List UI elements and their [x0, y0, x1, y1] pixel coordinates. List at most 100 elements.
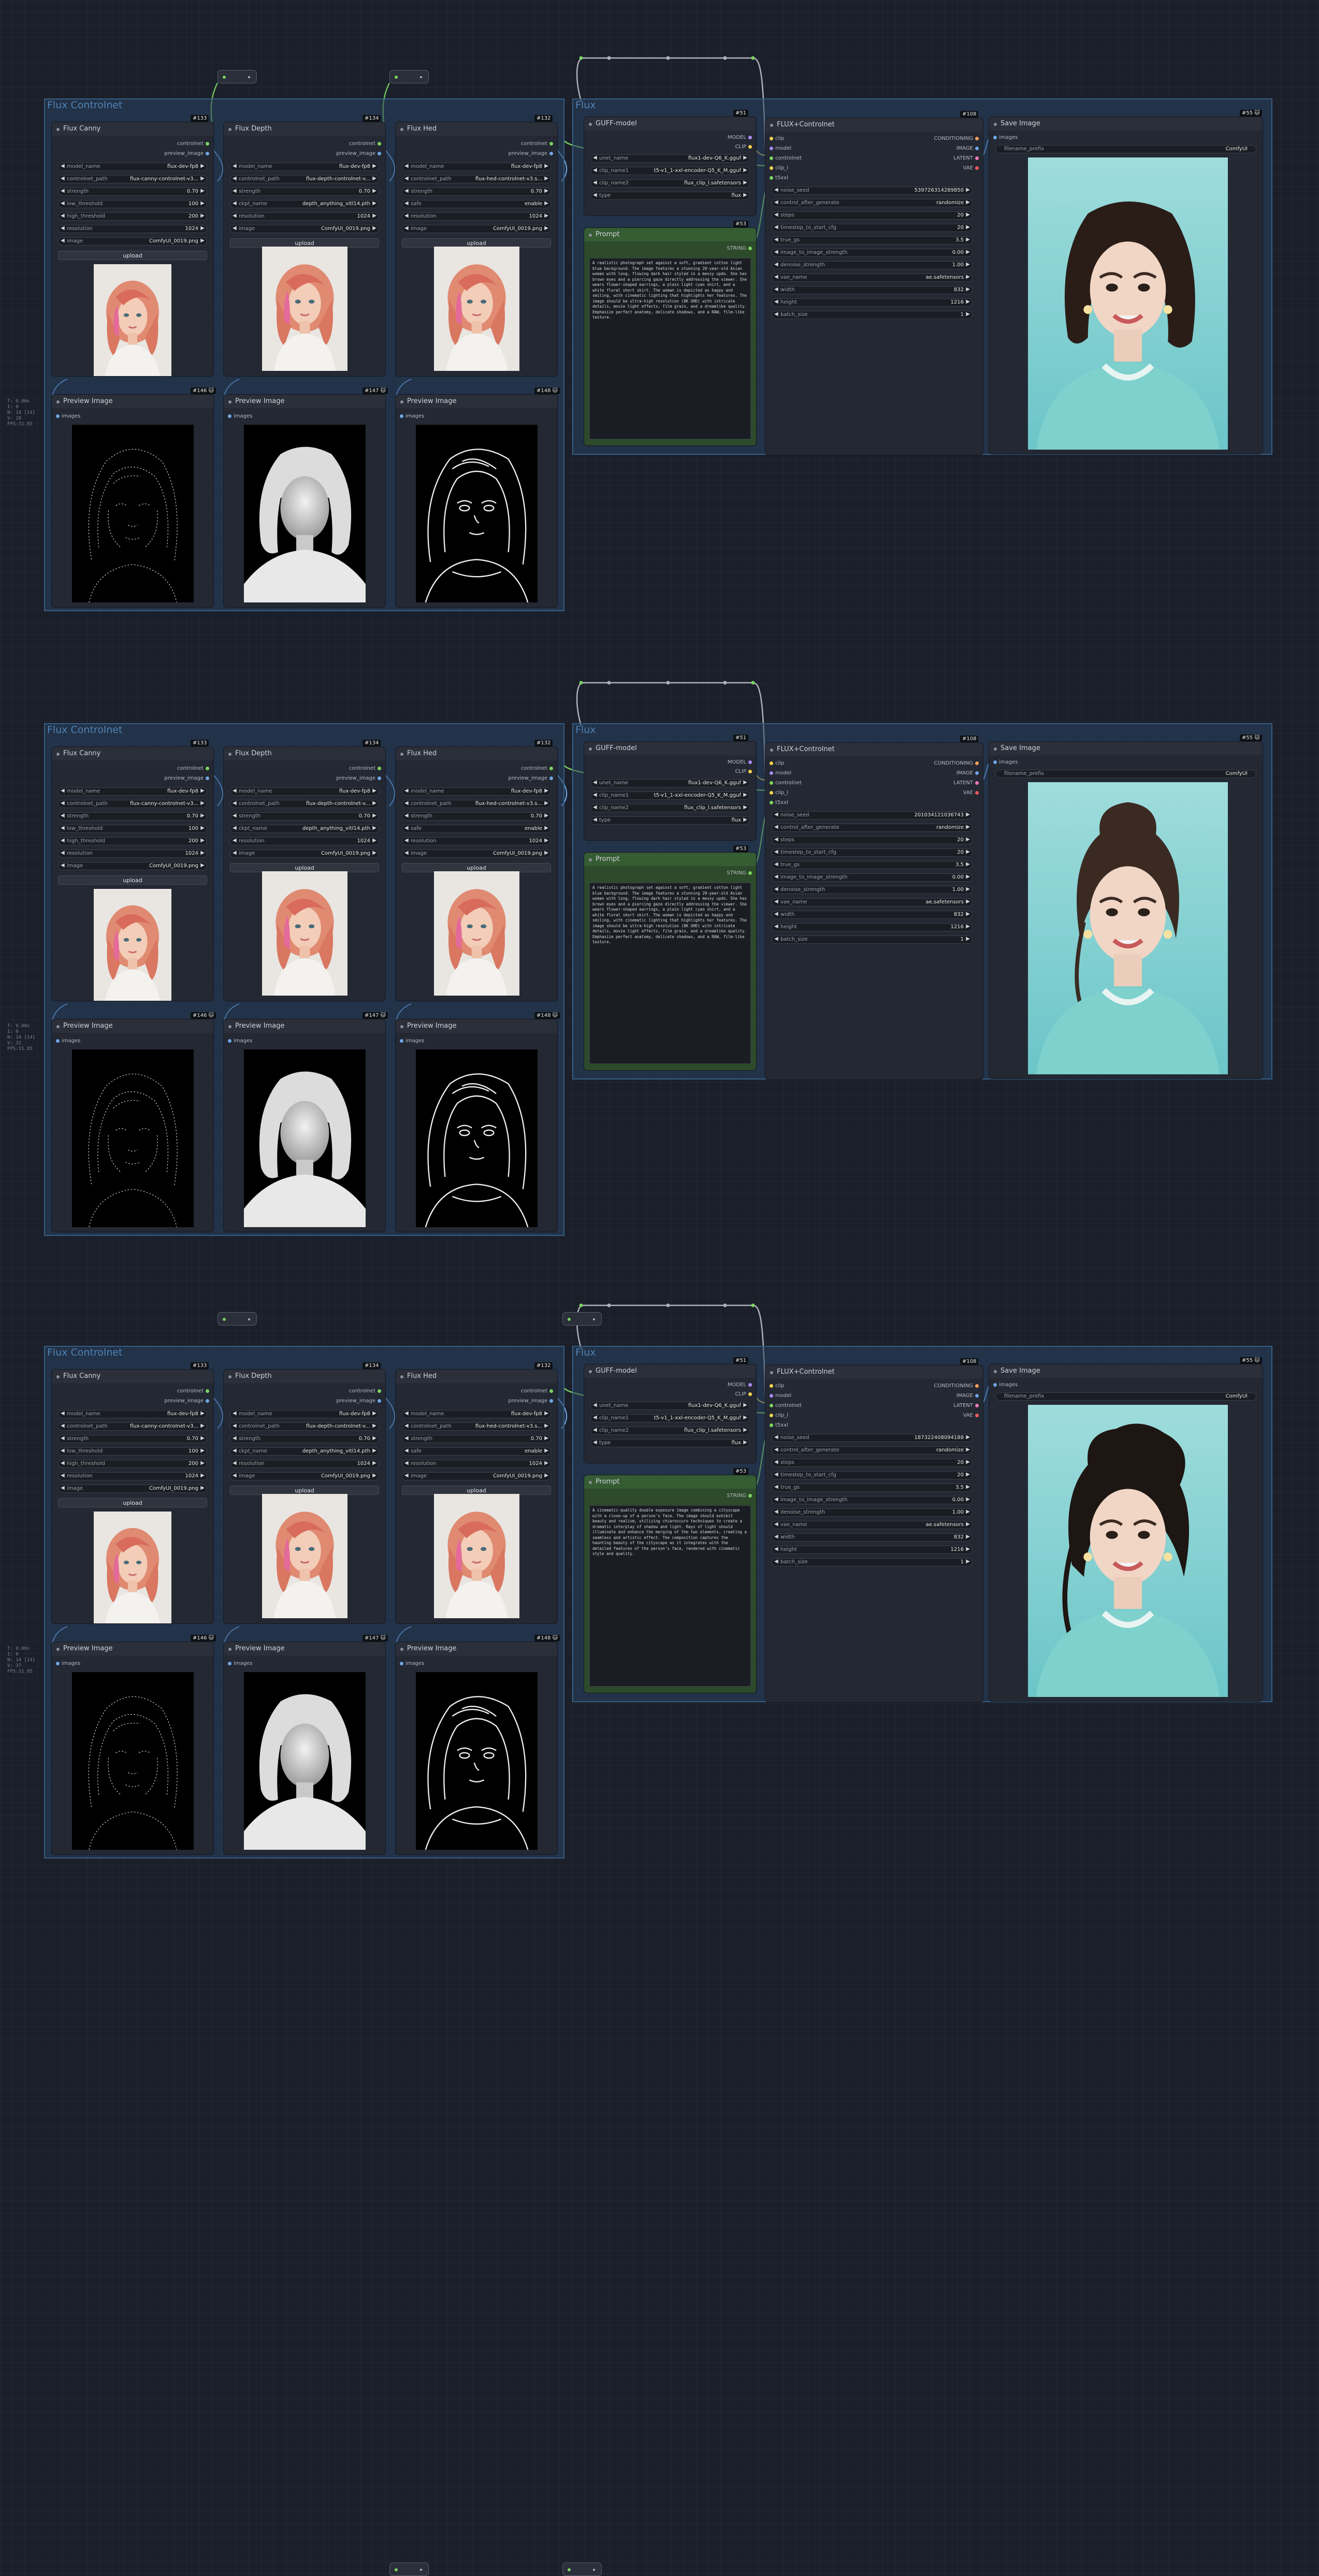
controlnet-output[interactable]: controlnet: [177, 766, 211, 771]
height-widget[interactable]: ◀ height 1216 ▶: [772, 923, 973, 931]
model-output-socket[interactable]: [748, 1383, 752, 1387]
controlnet-path-widget[interactable]: ◀ controlnet_path flux-canny-controlnet-v3…: [58, 800, 207, 808]
model-output-socket[interactable]: [748, 135, 752, 139]
resolution-widget[interactable]: ◀ resolution 1024 ▶: [402, 837, 551, 845]
increment-arrow-icon[interactable]: ▶: [372, 800, 376, 806]
flux-hed-node-header[interactable]: Flux Hed: [396, 122, 557, 136]
low-threshold-widget[interactable]: ◀ low_threshold 100 ▶: [58, 1447, 207, 1456]
decrement-arrow-icon[interactable]: ◀: [61, 1460, 65, 1466]
prompt-node[interactable]: Prompt STRING A realistic photograph set a…: [584, 228, 756, 445]
clip-name2-widget[interactable]: ◀ clip_name2 flux_clip_l.safetensors ▶: [590, 1427, 750, 1435]
vae-output-socket[interactable]: [975, 166, 979, 170]
type-widget[interactable]: ◀ type flux ▶: [590, 192, 750, 200]
latent-output-socket[interactable]: [975, 156, 979, 160]
strength-widget[interactable]: ◀ strength 0.70 ▶: [402, 188, 551, 196]
collapse-dot[interactable]: [56, 1025, 60, 1028]
decrement-arrow-icon[interactable]: ◀: [593, 167, 597, 173]
clip-input[interactable]: clip: [767, 1383, 784, 1389]
decrement-arrow-icon[interactable]: ◀: [593, 1415, 597, 1420]
timestep-to-start-cfg-widget[interactable]: ◀ timestep_to_start_cfg 20 ▶: [772, 224, 973, 232]
decrement-arrow-icon[interactable]: ◀: [61, 1448, 65, 1454]
images-input-socket[interactable]: [993, 760, 997, 764]
controlnet-input[interactable]: controlnet: [767, 155, 802, 161]
image-widget[interactable]: ◀ image ComfyUI_0019.png ▶: [230, 1472, 379, 1480]
preview-image-node[interactable]: Preview Image images: [52, 395, 213, 607]
increment-arrow-icon[interactable]: ▶: [544, 163, 548, 169]
decrement-arrow-icon[interactable]: ◀: [774, 874, 778, 880]
vae-output[interactable]: VAE: [963, 1413, 981, 1418]
conditioning-output[interactable]: CONDITIONING: [934, 1383, 981, 1389]
preview-image-output-socket[interactable]: [378, 1399, 381, 1403]
preview-image-node-header[interactable]: Preview Image: [396, 1019, 557, 1033]
clip-input-socket[interactable]: [770, 761, 773, 765]
unet-name-widget[interactable]: ◀ unet_name flux1-dev-Q6_K.gguf ▶: [590, 779, 750, 787]
vae-name-widget[interactable]: ◀ vae_name ae.safetensors ▶: [772, 1521, 973, 1529]
flux-canny-node-header[interactable]: Flux Canny: [52, 122, 213, 136]
collapse-dot[interactable]: [770, 1371, 773, 1374]
decrement-arrow-icon[interactable]: ◀: [774, 1521, 778, 1527]
decrement-arrow-icon[interactable]: ◀: [61, 1411, 65, 1416]
increment-arrow-icon[interactable]: ▶: [372, 213, 376, 219]
flux-controlnet-node[interactable]: FLUX+Controlnet clip model controlnet clip_l…: [765, 1365, 983, 1702]
image-widget[interactable]: ◀ image ComfyUI_0019.png ▶: [58, 237, 207, 246]
decrement-arrow-icon[interactable]: ◀: [593, 780, 597, 785]
increment-arrow-icon[interactable]: ▶: [544, 800, 548, 806]
decrement-arrow-icon[interactable]: ◀: [61, 163, 65, 169]
collapse-dot[interactable]: [589, 123, 592, 126]
decrement-arrow-icon[interactable]: ◀: [774, 212, 778, 218]
clip-input[interactable]: clip: [767, 136, 784, 141]
model-output-socket[interactable]: [748, 760, 752, 764]
decrement-arrow-icon[interactable]: ◀: [593, 192, 597, 198]
strength-widget[interactable]: ◀ strength 0.70 ▶: [230, 188, 379, 196]
collapse-dot[interactable]: [228, 128, 231, 131]
string-output-socket[interactable]: [748, 871, 752, 875]
image-widget[interactable]: ◀ image ComfyUI_0019.png ▶: [402, 1472, 551, 1480]
images-input[interactable]: images: [991, 1382, 1018, 1388]
safe-widget[interactable]: ◀ safe enable ▶: [402, 1447, 551, 1456]
image-to-image-strength-widget[interactable]: ◀ image_to_image_strength 0.00 ▶: [772, 1496, 973, 1504]
collapse-dot[interactable]: [400, 753, 403, 756]
decrement-arrow-icon[interactable]: ◀: [774, 1472, 778, 1477]
controlnet-path-widget[interactable]: ◀ controlnet_path flux-depth-controlnet-v.…: [230, 175, 379, 183]
decrement-arrow-icon[interactable]: ◀: [774, 1559, 778, 1564]
increment-arrow-icon[interactable]: ▶: [966, 274, 970, 280]
decrement-arrow-icon[interactable]: ◀: [233, 850, 237, 856]
flux-depth-node[interactable]: Flux Depth controlnet preview_image ◀ model_…: [224, 122, 385, 376]
strength-widget[interactable]: ◀ strength 0.70 ▶: [230, 1435, 379, 1443]
guff-model-node[interactable]: GUFF-model MODEL CLIP ◀ unet_name flux1-dev-Q…: [584, 742, 756, 840]
decrement-arrow-icon[interactable]: ◀: [404, 200, 409, 206]
decrement-arrow-icon[interactable]: ◀: [404, 1460, 409, 1466]
model-output[interactable]: MODEL: [728, 759, 754, 765]
save-image-node[interactable]: Save Image images filename_prefix ComfyUI: [989, 1364, 1263, 1701]
strength-widget[interactable]: ◀ strength 0.70 ▶: [58, 812, 207, 821]
reroute-handle[interactable]: [420, 76, 422, 78]
increment-arrow-icon[interactable]: ▶: [200, 213, 205, 219]
decrement-arrow-icon[interactable]: ◀: [233, 800, 237, 806]
images-input[interactable]: images: [398, 1661, 424, 1666]
increment-arrow-icon[interactable]: ▶: [966, 237, 970, 242]
guff-model-node[interactable]: GUFF-model MODEL CLIP ◀ unet_name flux1-dev-Q…: [584, 117, 756, 215]
reroute-handle[interactable]: [593, 1318, 595, 1320]
reroute-handle[interactable]: [248, 76, 250, 78]
flux-canny-node[interactable]: Flux Canny controlnet preview_image ◀ model_…: [52, 122, 213, 376]
increment-arrow-icon[interactable]: ▶: [966, 1521, 970, 1527]
decrement-arrow-icon[interactable]: ◀: [233, 788, 237, 794]
controlnet-output-socket[interactable]: [378, 766, 381, 770]
decrement-arrow-icon[interactable]: ◀: [404, 813, 409, 818]
image-output[interactable]: IMAGE: [956, 1393, 981, 1399]
decrement-arrow-icon[interactable]: ◀: [774, 224, 778, 230]
controlnet-output-socket[interactable]: [206, 1389, 209, 1393]
flux-hed-node[interactable]: Flux Hed controlnet preview_image ◀ model_na…: [396, 1370, 557, 1623]
strength-widget[interactable]: ◀ strength 0.70 ▶: [58, 188, 207, 196]
image-widget[interactable]: ◀ image ComfyUI_0019.png ▶: [402, 225, 551, 233]
controlnet-output-socket[interactable]: [378, 1389, 381, 1393]
conditioning-output[interactable]: CONDITIONING: [934, 760, 981, 766]
collapse-dot[interactable]: [994, 747, 997, 751]
preview-image-output-socket[interactable]: [549, 151, 553, 155]
strength-widget[interactable]: ◀ strength 0.70 ▶: [58, 1435, 207, 1443]
increment-arrow-icon[interactable]: ▶: [966, 199, 970, 205]
controlnet-input[interactable]: controlnet: [767, 780, 802, 786]
clip-input-socket[interactable]: [770, 136, 773, 140]
preview-image-node[interactable]: Preview Image images: [224, 1019, 385, 1232]
controlnet-output-socket[interactable]: [378, 141, 381, 146]
